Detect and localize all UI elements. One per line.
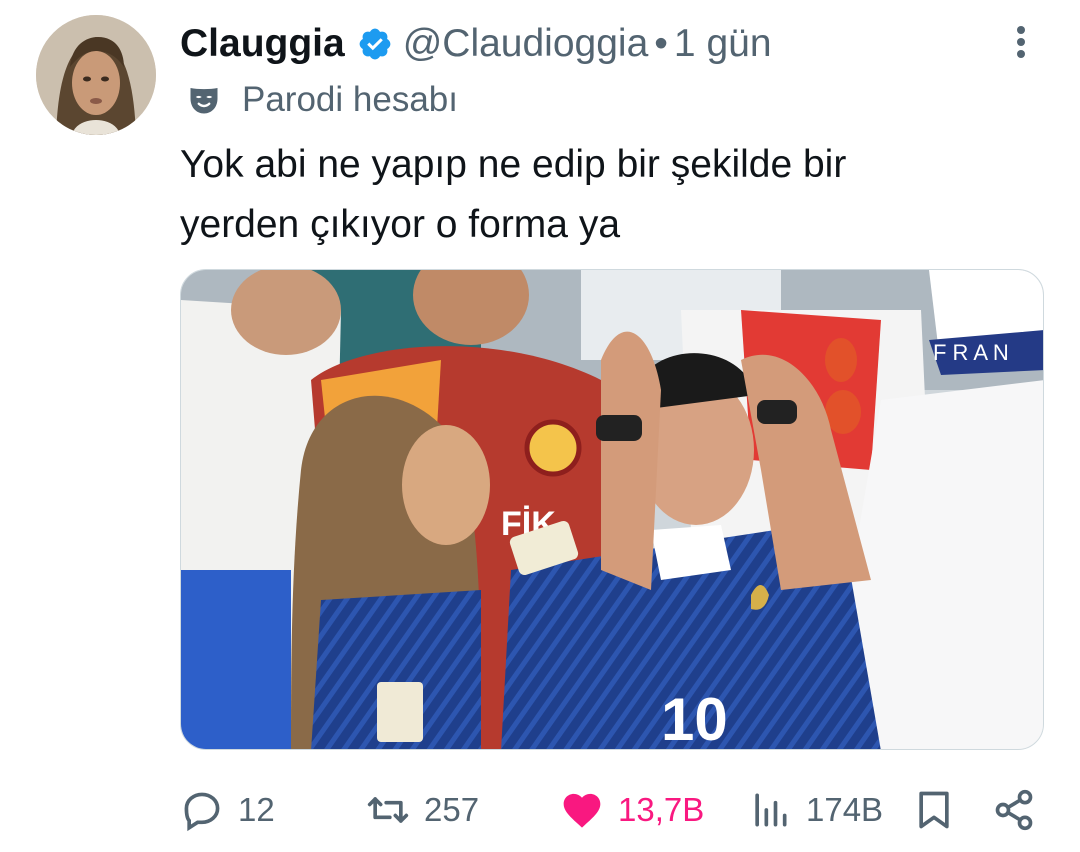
share-icon [995, 789, 1033, 831]
separator-dot: • [654, 22, 668, 65]
more-options-icon[interactable] [1006, 22, 1036, 62]
heart-icon [563, 793, 601, 828]
author-avatar[interactable] [36, 15, 156, 135]
mask-icon [190, 88, 218, 114]
verified-badge-icon[interactable] [357, 26, 393, 62]
like-button[interactable]: 13,7B [560, 782, 704, 838]
tweet-media-photo[interactable]: FİK F R A N 10 TRT CANLI [180, 269, 1044, 750]
retweet-count: 257 [424, 791, 480, 828]
like-count: 13,7B [618, 791, 705, 828]
avatar-image [36, 15, 156, 135]
parody-label-text: Parodi hesabı [242, 80, 458, 119]
tweet-text-line: yerden çıkıyor o forma ya [180, 203, 621, 246]
reply-icon [184, 792, 220, 832]
retweet-button[interactable]: 257 [366, 782, 479, 838]
banner-text: F R A N [933, 340, 1009, 365]
parody-account-label: Parodi hesabı [186, 80, 458, 120]
tweet-text: Yok abi ne yapıp ne edip bir şekilde bir… [180, 135, 1040, 255]
author-handle[interactable]: @Claudioggia [403, 22, 649, 66]
bookmark-icon [919, 791, 949, 829]
jersey-number: 10 [661, 686, 728, 750]
trt-watermark: TRT [985, 294, 1028, 319]
share-button[interactable] [992, 782, 1050, 838]
stadium-fans-photo: FİK F R A N 10 TRT CANLI [181, 270, 1043, 750]
bookmark-button[interactable] [912, 782, 970, 838]
views-icon [755, 793, 787, 827]
tweet-header: Clauggia @Claudioggia • 1 gün [180, 18, 1040, 70]
trt-watermark-live: CANLI [989, 321, 1024, 335]
tweet-text-line: Yok abi ne yapıp ne edip bir şekilde bir [180, 143, 847, 186]
views-count: 174B [806, 791, 884, 828]
reply-button[interactable]: 12 [180, 782, 275, 838]
tweet-timestamp[interactable]: 1 gün [674, 22, 772, 66]
retweet-icon [367, 797, 409, 823]
tweet-action-bar: 12 257 13,7B 174B [180, 782, 1040, 838]
views-button[interactable]: 174B [748, 782, 883, 838]
author-display-name[interactable]: Clauggia [180, 22, 345, 66]
reply-count: 12 [238, 791, 275, 828]
